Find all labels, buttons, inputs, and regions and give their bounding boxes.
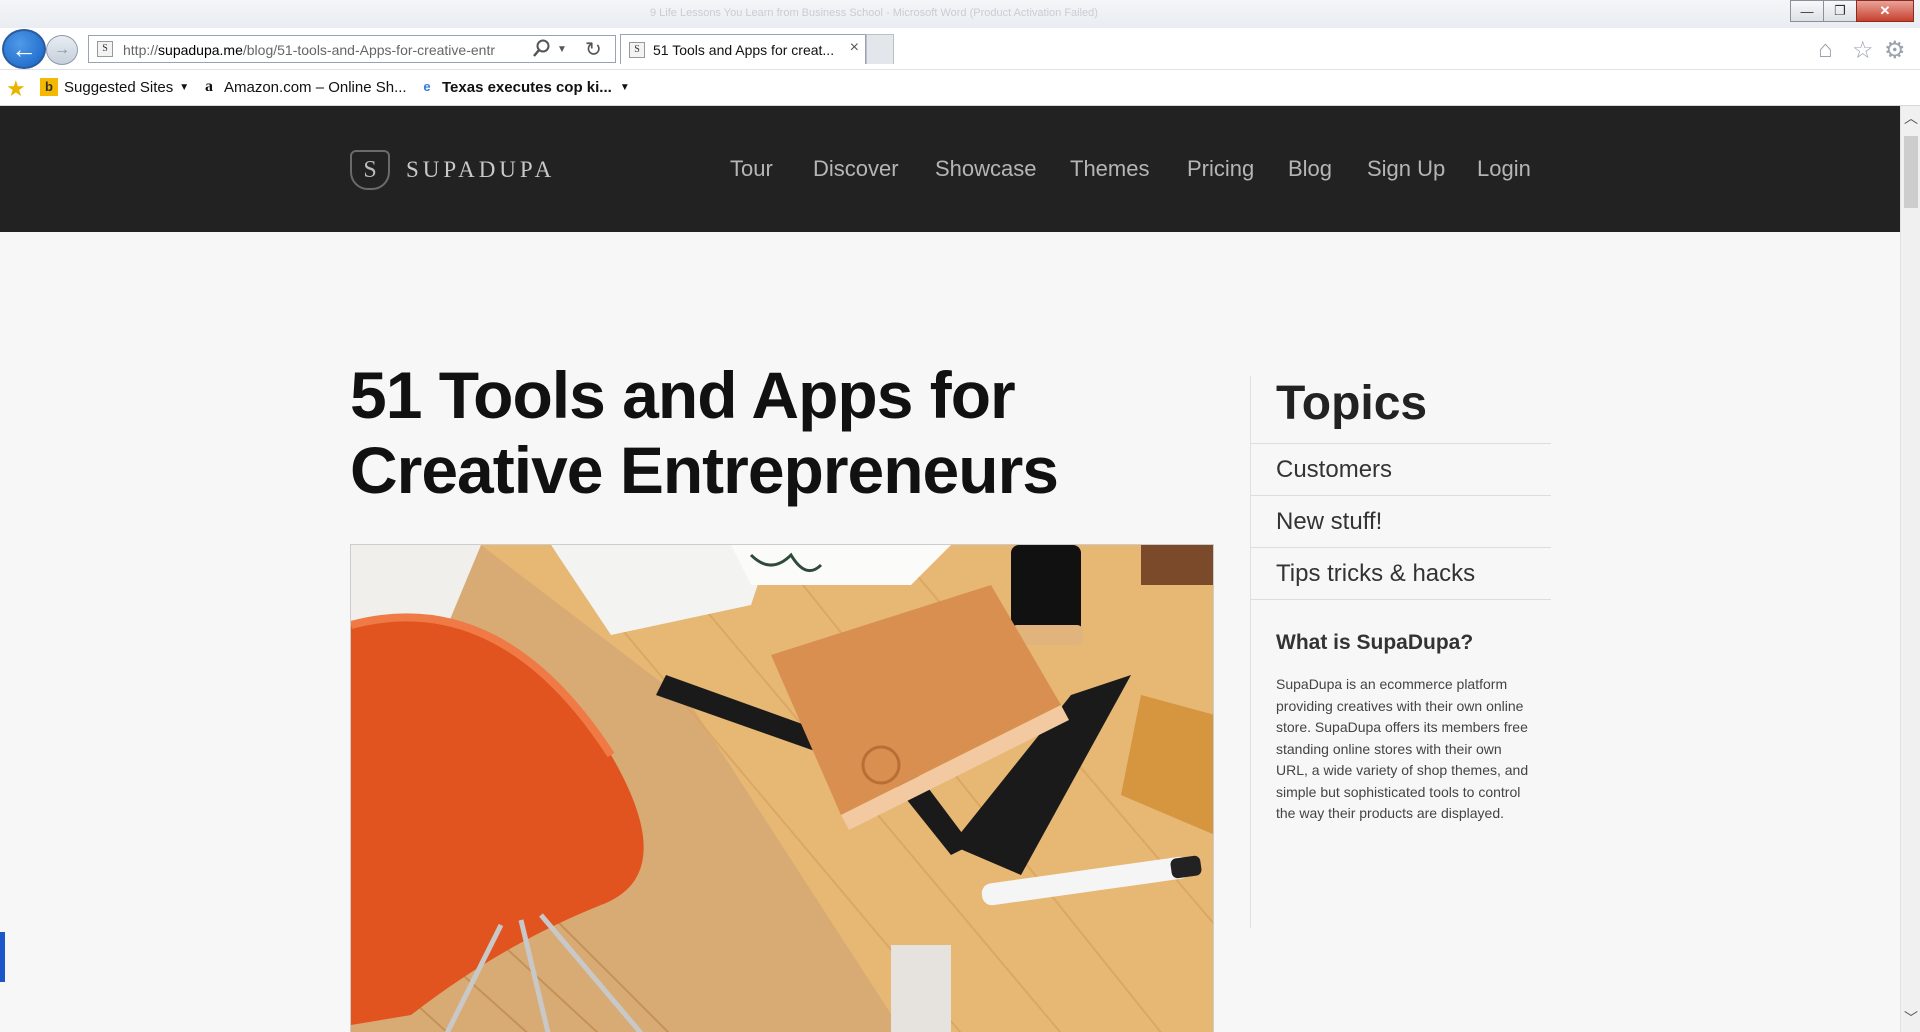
page-scrollbar[interactable]: ︿ ﹀ <box>1900 106 1920 1032</box>
topics-divider <box>1251 599 1551 600</box>
site-logo[interactable]: S SUPADUPA <box>350 150 555 190</box>
tab-close-icon[interactable]: × <box>850 39 859 57</box>
minimize-button[interactable]: — <box>1790 0 1824 22</box>
about-text: SupaDupa is an ecommerce platform provid… <box>1276 676 1529 821</box>
bing-icon: b <box>40 78 58 96</box>
logo-mark: S <box>350 150 390 190</box>
topics-heading: Topics <box>1276 377 1428 430</box>
settings-gear-icon[interactable]: ⚙ <box>1884 36 1906 65</box>
tab-favicon: S <box>629 42 645 58</box>
nav-discover[interactable]: Discover <box>813 156 899 182</box>
window-title: 9 Life Lessons You Learn from Business S… <box>650 7 1098 19</box>
favorite-amazon[interactable]: a Amazon.com – Online Sh... <box>200 78 407 96</box>
back-button[interactable]: ← <box>2 29 46 69</box>
chevron-down-icon: ▼ <box>179 81 190 93</box>
window-controls: — ❐ ✕ <box>1790 0 1914 22</box>
address-bar[interactable]: S http://supadupa.me/blog/51-tools-and-A… <box>88 35 616 63</box>
restore-button[interactable]: ❐ <box>1823 0 1857 22</box>
forward-arrow-icon: → <box>54 41 70 58</box>
refresh-icon[interactable]: ↻ <box>585 37 602 62</box>
nav-tour[interactable]: Tour <box>730 156 773 182</box>
page-viewport: S SUPADUPA Tour Discover Showcase Themes… <box>0 106 1900 1032</box>
logo-wordmark: SUPADUPA <box>406 157 556 182</box>
nav-blog[interactable]: Blog <box>1288 156 1332 182</box>
chevron-down-icon: ▼ <box>619 81 630 93</box>
new-tab-button[interactable] <box>866 34 894 64</box>
address-url[interactable]: http://supadupa.me/blog/51-tools-and-App… <box>123 42 515 58</box>
home-icon[interactable]: ⌂ <box>1818 36 1833 64</box>
scroll-down-icon[interactable]: ﹀ <box>1901 1008 1920 1028</box>
sidebar: Topics Customers New stuff! Tips tricks … <box>1250 376 1551 928</box>
topic-customers[interactable]: Customers <box>1251 443 1551 495</box>
post-title: 51 Tools and Apps for Creative Entrepren… <box>350 358 1059 507</box>
nav-sign-up[interactable]: Sign Up <box>1367 156 1445 182</box>
site-header: S SUPADUPA Tour Discover Showcase Themes… <box>0 106 1900 232</box>
ie-page-icon: e <box>423 79 431 94</box>
left-edge-indicator <box>0 932 5 982</box>
tab-active[interactable]: S 51 Tools and Apps for creat... × <box>620 34 866 64</box>
favorite-suggested-sites[interactable]: b Suggested Sites ▼ <box>40 78 189 96</box>
scrollbar-thumb[interactable] <box>1904 136 1918 208</box>
about-heading: What is SupaDupa? <box>1276 631 1474 654</box>
window-titlebar: 9 Life Lessons You Learn from Business S… <box>0 0 1920 28</box>
close-window-button[interactable]: ✕ <box>1856 0 1914 22</box>
topic-tips-tricks-hacks[interactable]: Tips tricks & hacks <box>1251 547 1551 599</box>
favorites-star-icon[interactable]: ★ <box>6 76 26 102</box>
nav-showcase[interactable]: Showcase <box>935 156 1037 182</box>
topic-new-stuff[interactable]: New stuff! <box>1251 495 1551 547</box>
site-favicon: S <box>97 41 113 57</box>
browser-navbar: ← → S http://supadupa.me/blog/51-tools-a… <box>0 28 1920 70</box>
nav-themes[interactable]: Themes <box>1070 156 1149 182</box>
favorites-star-icon[interactable]: ☆ <box>1852 36 1874 65</box>
favorites-bar: ★ b Suggested Sites ▼ a Amazon.com – Onl… <box>0 70 1920 106</box>
nav-pricing[interactable]: Pricing <box>1187 156 1254 182</box>
dropdown-caret-icon[interactable]: ▼ <box>557 44 567 55</box>
forward-button[interactable]: → <box>46 35 78 65</box>
favorite-texas-news[interactable]: e Texas executes cop ki... ▼ <box>418 78 630 96</box>
search-icon[interactable] <box>533 39 551 64</box>
post-hero-image <box>350 544 1214 1032</box>
amazon-icon: a <box>205 78 213 95</box>
back-arrow-icon: ← <box>11 33 37 64</box>
scroll-up-icon[interactable]: ︿ <box>1901 108 1920 128</box>
tab-title: 51 Tools and Apps for creat... <box>653 42 835 58</box>
nav-login[interactable]: Login <box>1477 156 1531 182</box>
